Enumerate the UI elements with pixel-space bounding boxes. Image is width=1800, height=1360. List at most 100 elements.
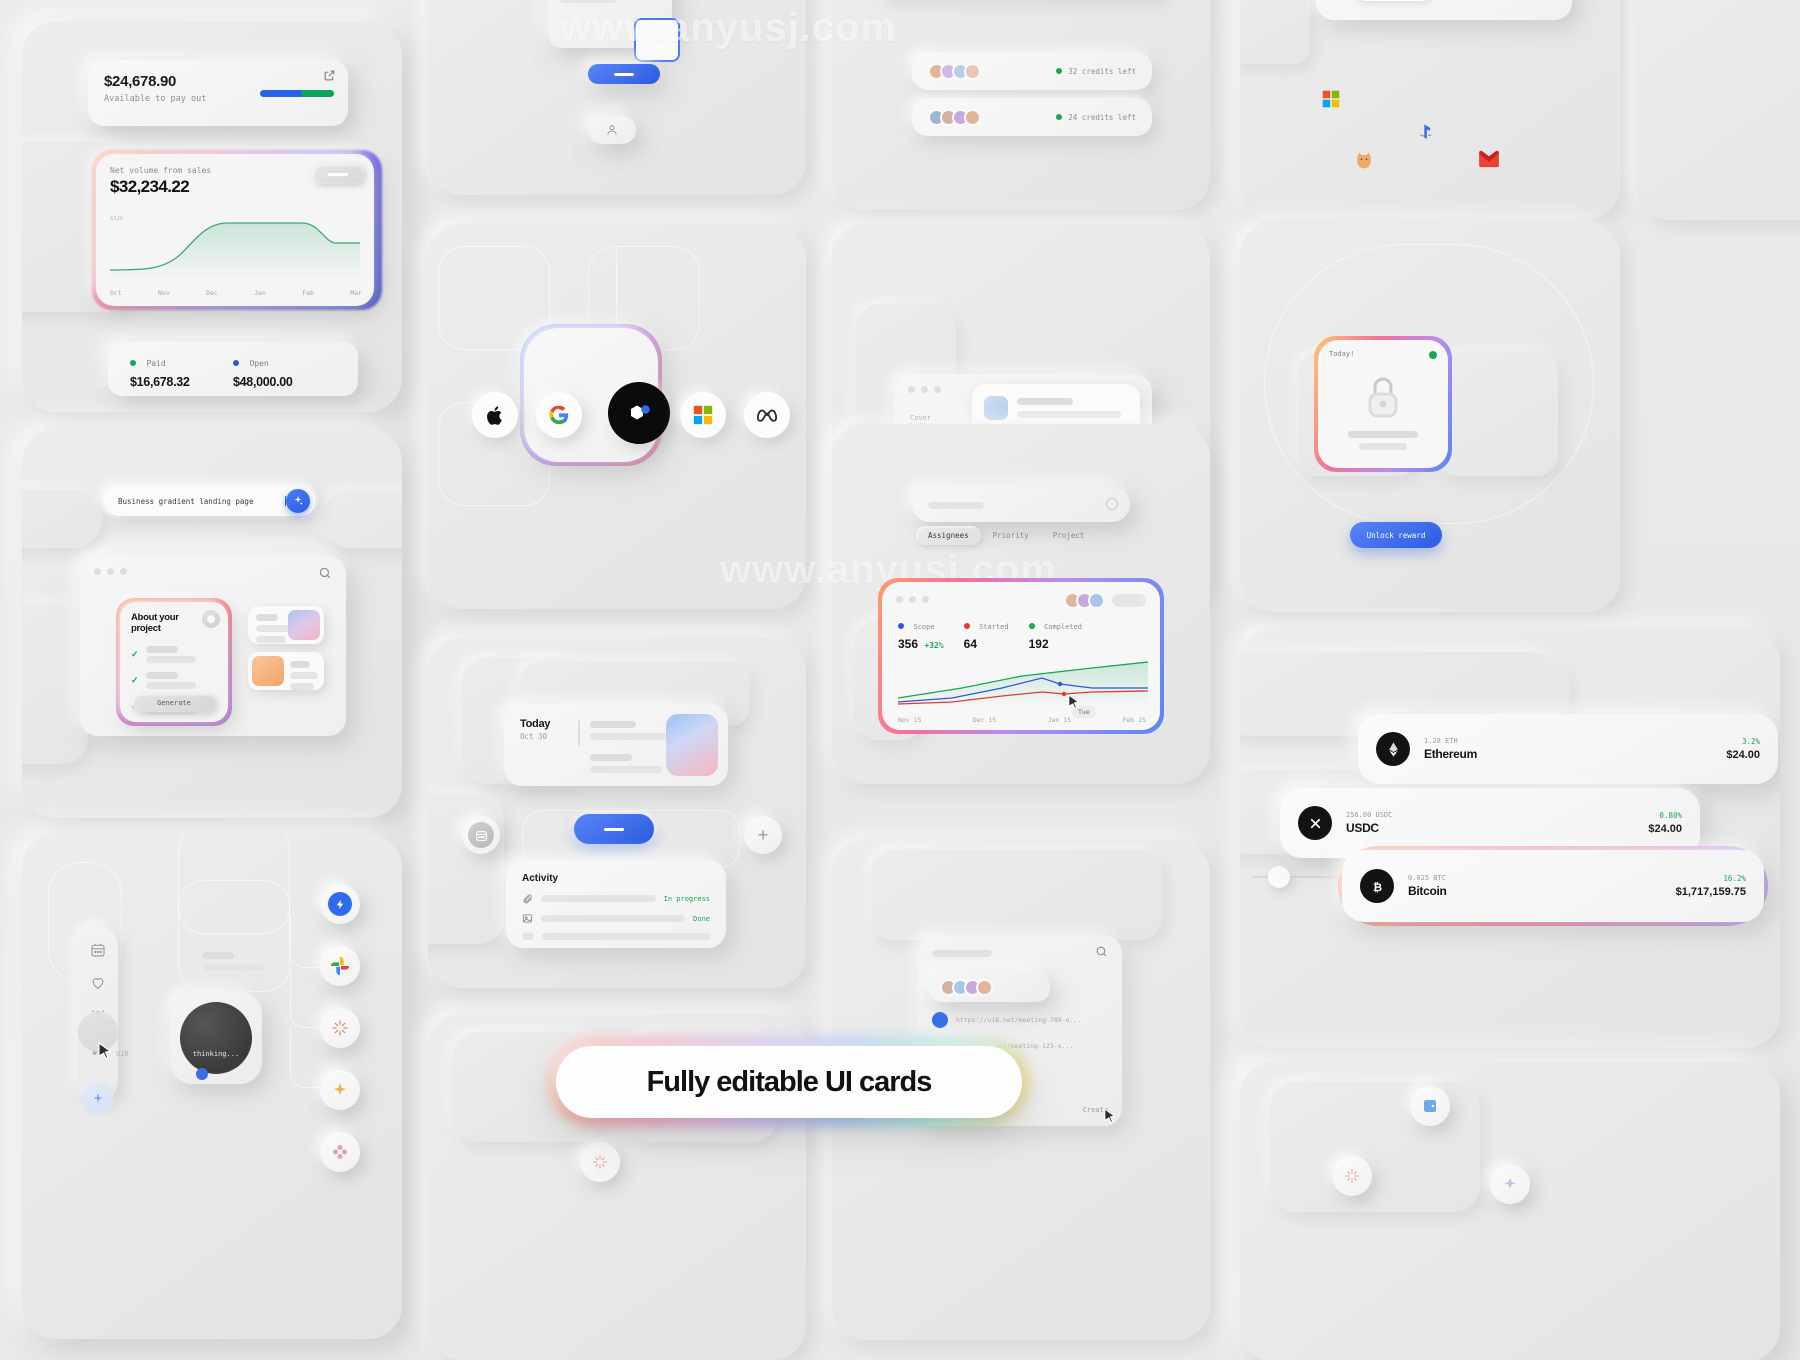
star-icon[interactable] (320, 1070, 360, 1110)
wallet-icon[interactable] (1410, 1086, 1450, 1126)
crypto-row-bitcoin[interactable]: ₿ 0.025 BTC Bitcoin 16.2% $1,717,159.75 (1342, 850, 1764, 922)
filter-chip-row[interactable]: Assignees Priority Project (916, 526, 1096, 545)
apple-icon[interactable] (472, 392, 518, 438)
project-stats-card[interactable]: Scope 356 +32% Started 64 Completed 192 (882, 582, 1160, 730)
metric-completed: Completed 192 (1028, 616, 1082, 651)
status-dot-paid (130, 360, 136, 366)
sparkle-icon[interactable] (286, 489, 310, 513)
google-icon[interactable] (536, 392, 582, 438)
search-icon[interactable] (1095, 945, 1108, 958)
clear-icon[interactable] (1106, 498, 1118, 510)
check-icon: ✓ (131, 674, 139, 685)
meeting-link[interactable]: https://ui8.net/meeting-789-o... (956, 1016, 1081, 1024)
plus-icon[interactable]: + (82, 1082, 114, 1114)
flower-icon[interactable] (320, 1132, 360, 1172)
metric-scope: Scope 356 +32% (898, 616, 944, 651)
svg-text:₿: ₿ (1372, 879, 1381, 893)
skeleton-bar (256, 636, 286, 643)
slider-handle[interactable] (1268, 866, 1290, 888)
primary-action-button[interactable] (574, 814, 654, 844)
activity-row[interactable] (522, 933, 710, 940)
avatar-group (940, 978, 993, 996)
gmail-icon[interactable] (1478, 150, 1500, 173)
window-controls[interactable] (94, 568, 127, 575)
chart-x-axis: Oct Nov Dec Jan Feb Mar (110, 289, 362, 297)
net-volume-chart-card[interactable]: Net volume from sales $32,234.22 $32k Oc… (96, 154, 374, 306)
skeleton-bar (145, 645, 178, 653)
microsoft-icon[interactable] (1322, 90, 1340, 108)
bolt-icon[interactable] (320, 884, 360, 924)
toggle-knob[interactable] (202, 610, 220, 628)
gross-volume-card[interactable]: 12:00 Nov 11:59 Gross volume USD Balance (1316, 0, 1572, 20)
paid-open-card[interactable]: Paid $16,678.32 Open $48,000.00 (108, 342, 358, 396)
status-value: $48,000.00 (233, 375, 293, 389)
sparkle-burst-icon[interactable] (580, 1142, 620, 1182)
credit-label: 32 credits left (1068, 66, 1136, 76)
preview-card[interactable] (248, 606, 324, 644)
crypto-symbol: 0.025 BTC (1408, 874, 1446, 882)
window-controls[interactable] (896, 596, 929, 603)
menu-button[interactable] (1112, 594, 1146, 607)
skeleton-bar (590, 733, 666, 740)
decor-ghost (428, 794, 504, 944)
chip-project[interactable]: Project (1041, 526, 1097, 545)
prompt-input[interactable]: Business gradient landing page (104, 486, 316, 516)
sparkle-burst-icon[interactable] (1332, 1156, 1372, 1196)
payout-card[interactable]: $24,678.90 Available to pay out (88, 60, 348, 126)
cursor-icon (1068, 694, 1080, 709)
activity-row[interactable]: Done (522, 913, 710, 924)
chart-menu-button[interactable] (312, 164, 364, 184)
panel-credits: 32 credits left 24 credits left (832, 0, 1210, 210)
tab-usd-balance[interactable]: USD Balance (1438, 0, 1510, 1)
preview-card[interactable] (248, 652, 324, 690)
credit-row[interactable]: 32 credits left (912, 52, 1152, 90)
status-dot (932, 1012, 948, 1028)
chip-assignees[interactable]: Assignees (916, 526, 981, 545)
person-icon[interactable] (588, 116, 636, 144)
tab-gross-volume[interactable]: Gross volume (1356, 0, 1433, 1)
photos-icon[interactable] (320, 946, 360, 986)
star-icon[interactable] (1490, 1164, 1530, 1204)
metric-value: 356 +32% (898, 637, 944, 651)
search-icon[interactable] (318, 566, 332, 580)
crypto-row-ethereum[interactable]: 1.28 ETH Ethereum 3.2% $24.00 (1358, 714, 1778, 784)
plus-icon[interactable]: + (744, 816, 782, 854)
sparkle-burst-icon[interactable] (320, 1008, 360, 1048)
ui8-icon[interactable] (608, 382, 670, 444)
browser-window[interactable]: About your project ✓ ✓ Generate (80, 556, 346, 736)
today-card[interactable]: Today Oct 30 (504, 704, 728, 786)
credit-row[interactable]: 24 credits left (912, 98, 1152, 136)
thumbnail (288, 610, 320, 640)
calendar-icon[interactable] (90, 942, 106, 958)
primary-button[interactable] (588, 64, 660, 84)
avatar-chip[interactable] (928, 972, 1050, 1002)
meta-icon[interactable] (744, 392, 790, 438)
calendar-icon[interactable] (462, 816, 500, 854)
activity-title: Activity (522, 873, 559, 884)
thinking-orb-card[interactable]: thinking... (170, 992, 262, 1084)
search-field[interactable] (912, 486, 1130, 522)
activity-row[interactable]: In progress (522, 893, 710, 904)
status-label: Paid (146, 359, 166, 368)
status-label: Open (249, 359, 269, 368)
decor-ghost (322, 490, 402, 548)
activity-card[interactable]: Activity In progress Done (506, 860, 726, 948)
chip-priority[interactable]: Priority (981, 526, 1041, 545)
panel-app-icons: UI8 (428, 224, 806, 609)
about-project-card[interactable]: About your project ✓ ✓ Generate (120, 602, 228, 722)
selection-box[interactable] (634, 18, 680, 62)
skeleton-bar (590, 766, 662, 773)
window-controls[interactable] (908, 386, 941, 393)
volume-tabs[interactable]: Gross volume USD Balance (1356, 0, 1510, 1)
cat-icon[interactable] (1354, 150, 1374, 175)
generate-button[interactable]: Generate (132, 694, 216, 712)
panel-bottom-right (1240, 1062, 1780, 1360)
unlock-reward-button[interactable]: Unlock reward (1350, 522, 1442, 548)
microsoft-icon[interactable] (680, 392, 726, 438)
x-tick: Jan 15 (1047, 716, 1072, 724)
decor-ghost (22, 490, 102, 548)
heart-icon[interactable] (90, 975, 106, 991)
external-link-icon[interactable] (323, 69, 336, 82)
lock-card[interactable]: Today! (1318, 340, 1448, 468)
playstation-icon[interactable] (1416, 122, 1436, 147)
